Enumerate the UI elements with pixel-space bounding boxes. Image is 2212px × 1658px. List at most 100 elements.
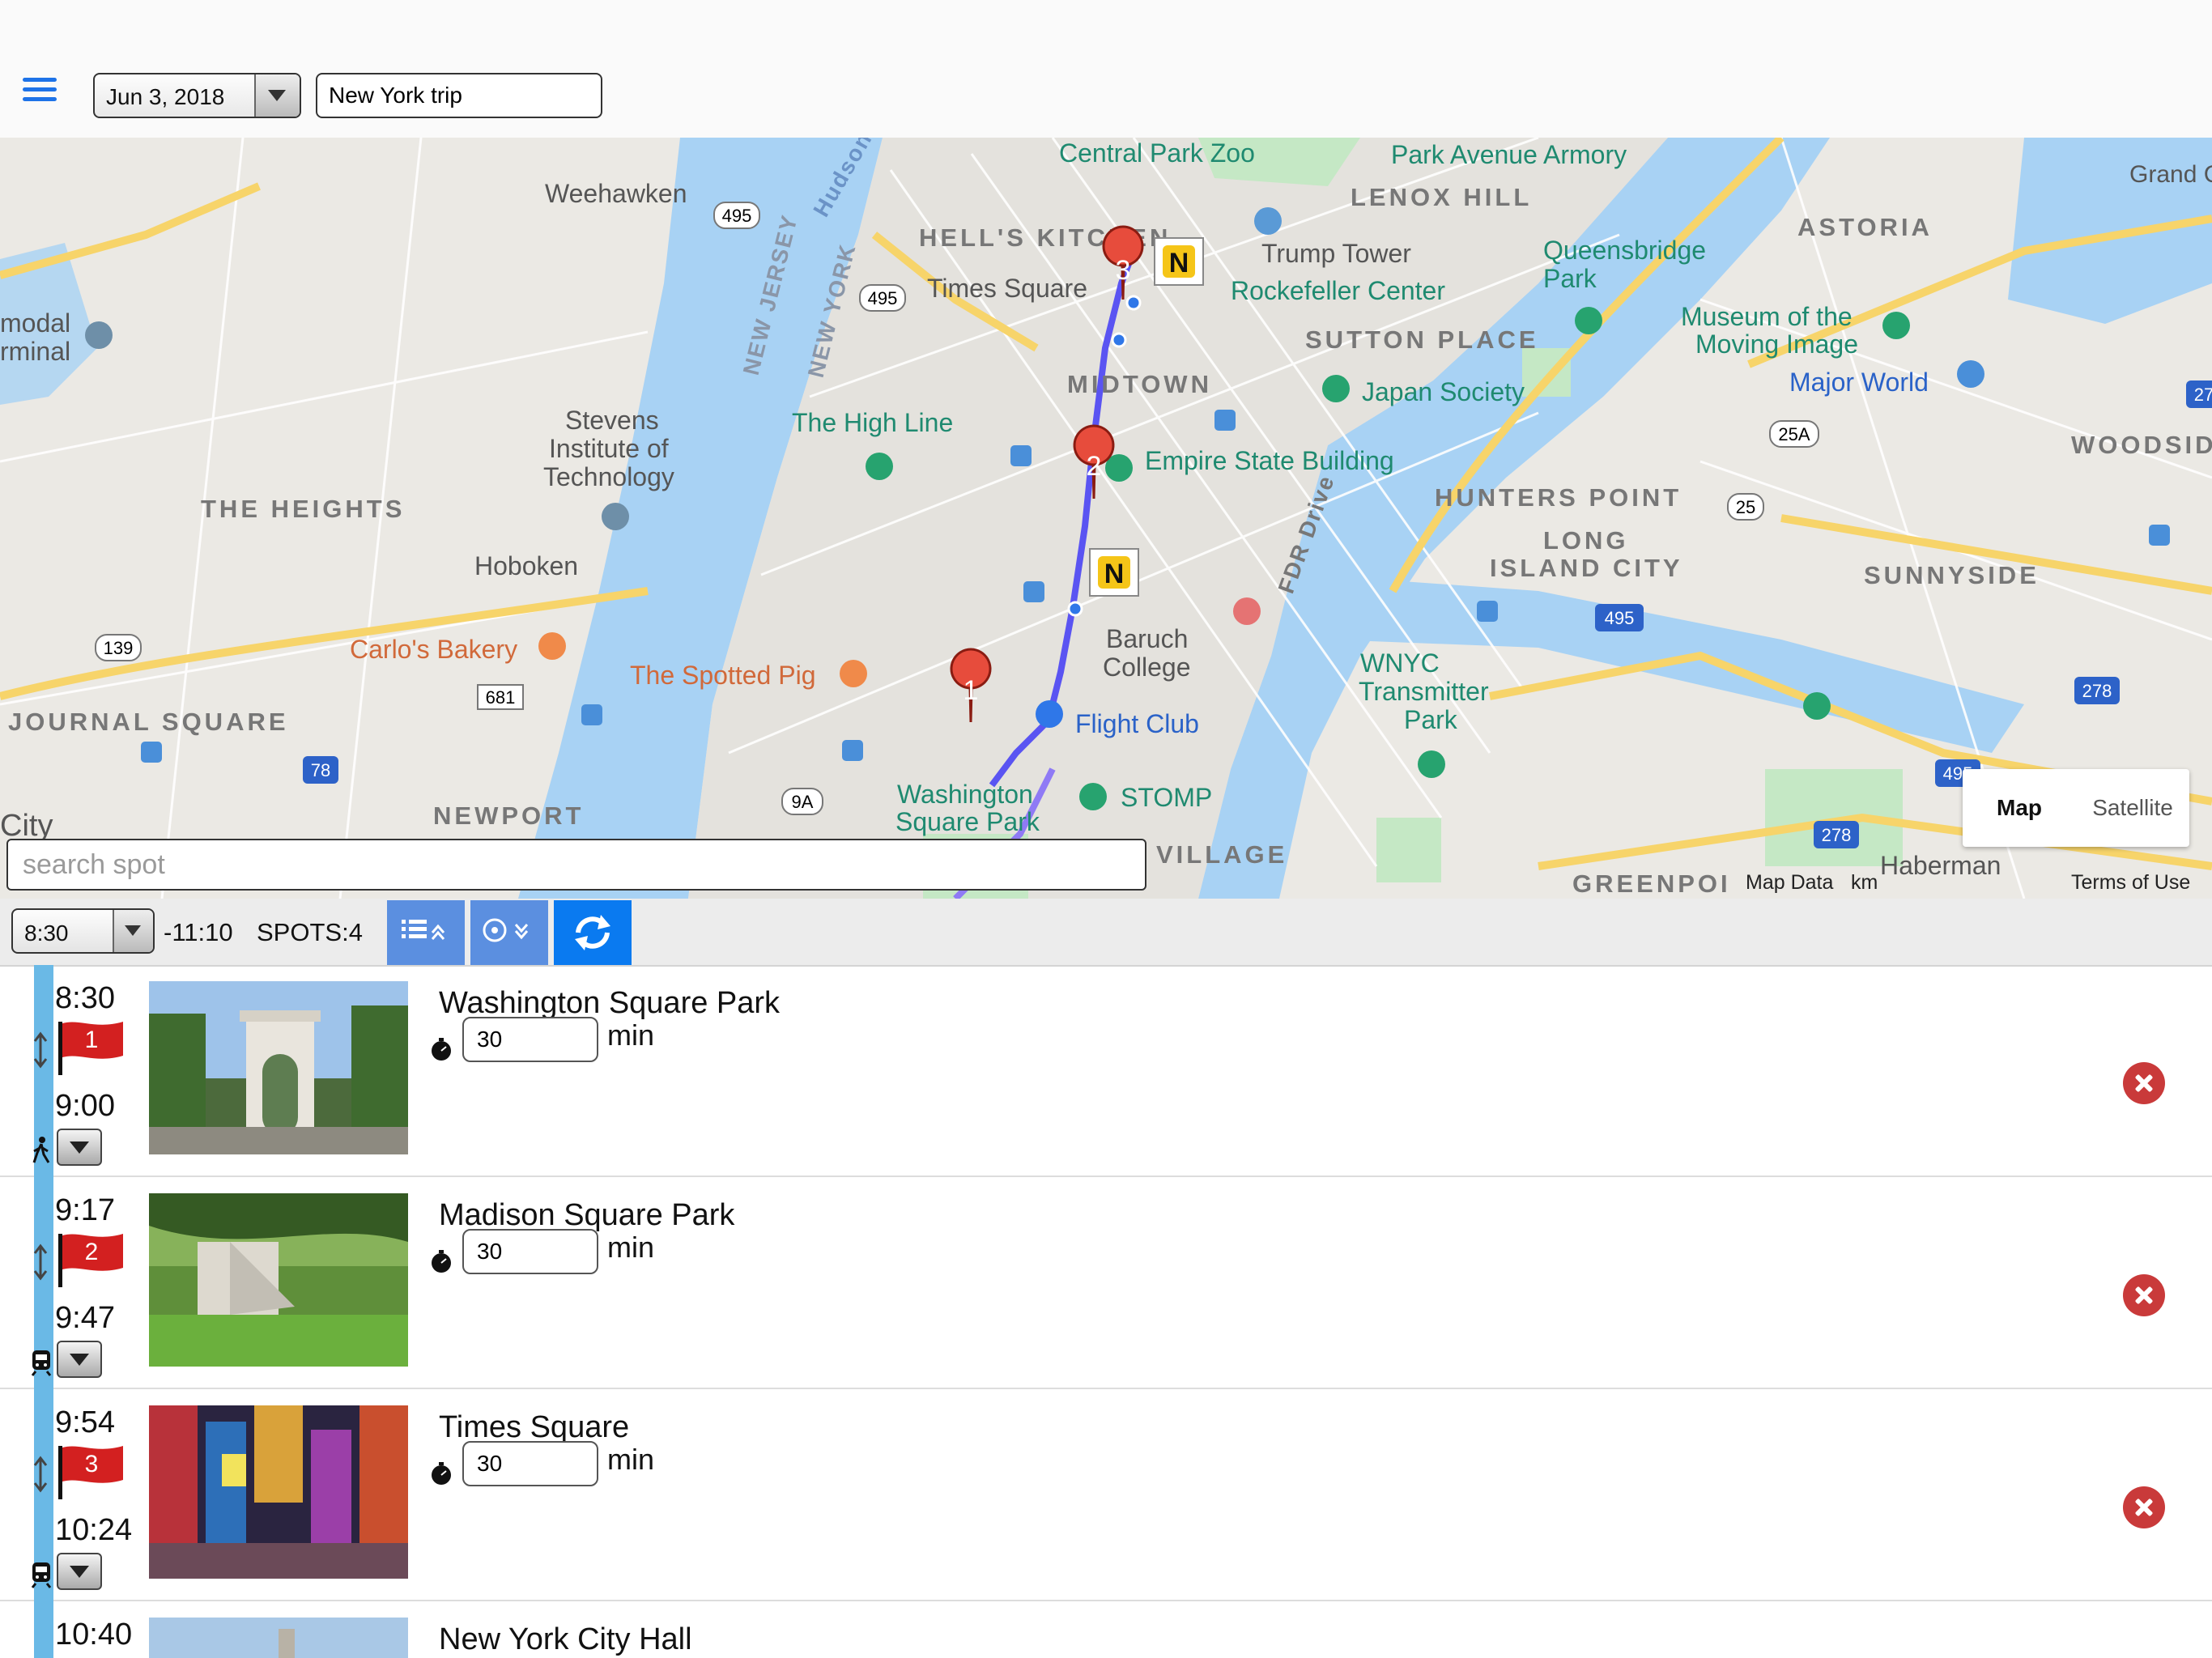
compass-expand-button[interactable] <box>470 900 548 965</box>
map-label: Central Park Zoo <box>1059 138 1255 168</box>
compass-icon <box>483 918 529 942</box>
duration-unit: min <box>607 1443 655 1476</box>
delete-spot-button[interactable] <box>2123 1486 2165 1528</box>
highway-shield: 25A <box>1778 424 1810 444</box>
map-scale: km <box>1851 871 1878 894</box>
map-label: College <box>1103 653 1191 682</box>
highway-shield: 25 <box>1736 497 1755 517</box>
transport-select[interactable] <box>57 1129 102 1166</box>
terms-link[interactable]: Terms of Use <box>2071 871 2190 895</box>
map-label: Queensbridge <box>1543 236 1706 265</box>
map-type-control: Map Satellite <box>1963 769 2189 847</box>
highway-shield: 27 <box>2194 385 2212 405</box>
top-bar: Jun 3, 2018 <box>0 0 2212 139</box>
spot-name[interactable]: Times Square <box>439 1410 629 1445</box>
spot-name[interactable]: Madison Square Park <box>439 1198 734 1233</box>
arrive-time: 8:30 <box>55 981 115 1015</box>
spot-photo <box>149 981 408 1154</box>
duration-input[interactable] <box>462 1017 598 1062</box>
spots-count: SPOTS:4 <box>257 918 363 946</box>
drag-handle-icon[interactable] <box>31 1454 50 1494</box>
delete-spot-button[interactable] <box>2123 1274 2165 1316</box>
list-icon <box>402 920 445 940</box>
chevron-down-icon[interactable] <box>113 910 153 952</box>
date-value: Jun 3, 2018 <box>106 84 225 109</box>
map-label: HUNTERS POINT <box>1435 483 1682 512</box>
delete-spot-button[interactable] <box>2123 1062 2165 1104</box>
map-label: Museum of the <box>1681 302 1853 331</box>
map-label: Japan Society <box>1362 377 1525 406</box>
arrive-time: 10:40 <box>55 1618 133 1652</box>
map-canvas[interactable]: Weehawken Times Square Stevens Institute… <box>0 138 2212 899</box>
map-label: Weehawken <box>545 179 687 208</box>
drag-handle-icon[interactable] <box>31 1030 50 1070</box>
map-label: rminal <box>0 337 70 366</box>
map-type-satellite-button[interactable]: Satellite <box>2076 769 2189 847</box>
chevron-down-icon[interactable] <box>254 74 300 117</box>
map-label: Grand C <box>2129 161 2212 188</box>
map-label: Technology <box>543 462 674 491</box>
refresh-button[interactable] <box>554 900 632 965</box>
map-label: Carlo's Bakery <box>350 635 517 664</box>
highway-shield: 139 <box>104 638 134 658</box>
spot-name[interactable]: New York City Hall <box>439 1622 692 1657</box>
train-icon <box>31 1350 52 1376</box>
date-select[interactable]: Jun 3, 2018 <box>93 73 301 118</box>
map-marker-2[interactable]: 2 <box>1087 451 1102 482</box>
map-label: Washington <box>897 780 1033 809</box>
map-marker-3[interactable]: 3 <box>1116 255 1131 286</box>
depart-time: 9:00 <box>55 1089 115 1123</box>
spot-name[interactable]: Washington Square Park <box>439 986 780 1021</box>
map-label: Stevens <box>565 406 659 435</box>
itinerary-item: 10:40 New York City Hall <box>0 1601 2212 1658</box>
map-label: SUTTON PLACE <box>1305 325 1539 354</box>
map-label: MIDTOWN <box>1067 370 1212 398</box>
map-label: JOURNAL SQUARE <box>8 708 289 736</box>
start-time-value: 8:30 <box>24 920 69 946</box>
map-label: LONG <box>1543 526 1629 555</box>
map-data-link[interactable]: Map Data <box>1746 871 1833 895</box>
trip-name-input[interactable] <box>316 73 602 118</box>
itinerary-item: 9:54 3 10:24 Times Square min <box>0 1389 2212 1601</box>
train-icon <box>31 1562 52 1588</box>
arrive-time: 9:17 <box>55 1193 115 1227</box>
duration-input[interactable] <box>462 1229 598 1274</box>
depart-time: 9:47 <box>55 1301 115 1335</box>
duration-input[interactable] <box>462 1441 598 1486</box>
map-label: Park <box>1404 705 1458 734</box>
map-marker-1[interactable]: 1 <box>963 675 979 706</box>
map-label: modal <box>0 308 70 338</box>
map-label: LENOX HILL <box>1351 183 1532 211</box>
map-label: Transmitter <box>1359 677 1489 706</box>
list-collapse-button[interactable] <box>387 900 465 965</box>
highway-shield: 9A <box>792 792 814 812</box>
map-label: VILLAGE <box>1156 840 1287 869</box>
map-label: The Spotted Pig <box>630 661 815 690</box>
flag-number: 1 <box>84 1027 99 1053</box>
transport-select[interactable] <box>57 1553 102 1590</box>
itinerary-item: 8:30 1 9:00 Washington Square Park min <box>0 965 2212 1177</box>
search-spot-input[interactable] <box>6 839 1146 891</box>
spot-photo <box>149 1405 408 1579</box>
highway-shield: 495 <box>1605 608 1635 628</box>
map[interactable]: Weehawken Times Square Stevens Institute… <box>0 138 2212 899</box>
stopwatch-icon <box>432 1462 451 1485</box>
stopwatch-icon <box>432 1038 451 1061</box>
drag-handle-icon[interactable] <box>31 1242 50 1282</box>
arrive-time: 9:54 <box>55 1405 115 1439</box>
map-label: SUNNYSIDE <box>1864 561 2040 589</box>
map-label: WOODSID <box>2071 431 2212 459</box>
stopwatch-icon <box>432 1250 451 1273</box>
map-label: Rockefeller Center <box>1231 276 1445 305</box>
menu-icon[interactable] <box>23 78 57 102</box>
spot-photo <box>149 1193 408 1367</box>
highway-shield: 495 <box>722 206 752 226</box>
transport-select[interactable] <box>57 1341 102 1378</box>
map-label: NEWPORT <box>433 801 584 830</box>
map-type-map-button[interactable]: Map <box>1963 769 2076 847</box>
map-label: Trump Tower <box>1261 239 1411 268</box>
station-n-icon: N <box>1104 559 1125 589</box>
start-time-select[interactable]: 8:30 <box>11 908 155 954</box>
map-label: ISLAND CITY <box>1490 554 1683 582</box>
map-label: GREENPOI <box>1572 869 1731 898</box>
